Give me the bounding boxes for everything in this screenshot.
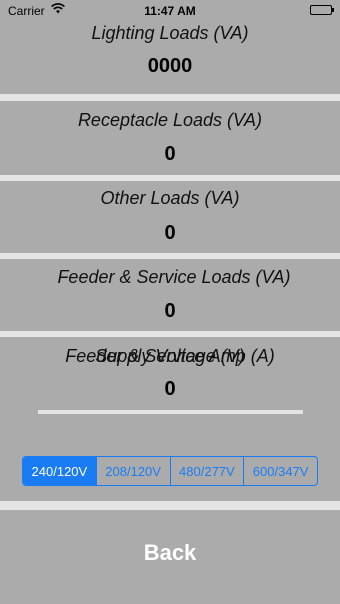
battery-icon [310,5,334,15]
back-area: Back [0,510,340,604]
status-bar: Carrier 11:47 AM [0,0,340,22]
feeder-service-loads-panel: Feeder & Service Loads (VA) 0 [0,259,340,331]
voltage-option-480-277[interactable]: 480/277V [169,457,244,485]
voltage-option-208-120[interactable]: 208/120V [95,457,170,485]
voltage-option-240-120[interactable]: 240/120V [23,457,96,485]
receptacle-loads-label: Receptacle Loads (VA) [77,110,263,130]
feeder-service-loads-label: Feeder & Service Loads (VA) [57,267,291,287]
voltage-option-600-347[interactable]: 600/347V [243,457,317,485]
lighting-loads-panel: Lighting Loads (VA) 0000 [0,22,340,94]
lighting-loads-label: Lighting Loads (VA) [91,23,249,43]
other-loads-panel: Other Loads (VA) 0 [0,181,340,253]
back-button[interactable]: Back [0,540,340,566]
status-time: 11:47 AM [144,4,196,18]
other-loads-label: Other Loads (VA) [100,188,240,208]
feeder-service-loads-value: 0 [164,300,176,322]
receptacle-loads-panel: Receptacle Loads (VA) 0 [0,101,340,175]
feeder-service-amp-value: 0 [164,378,176,400]
supply-voltage-selector: 240/120V 208/120V 480/277V 600/347V [22,456,318,486]
supply-voltage-label: Supply Voltage (V) [95,346,245,366]
divider [38,410,303,414]
lighting-loads-value: 0000 [147,55,193,77]
receptacle-loads-value: 0 [164,143,176,165]
feeder-service-amp-panel: Feeder & Service Amp (A) 0 Supply Voltag… [0,337,340,501]
other-loads-value: 0 [164,222,176,244]
